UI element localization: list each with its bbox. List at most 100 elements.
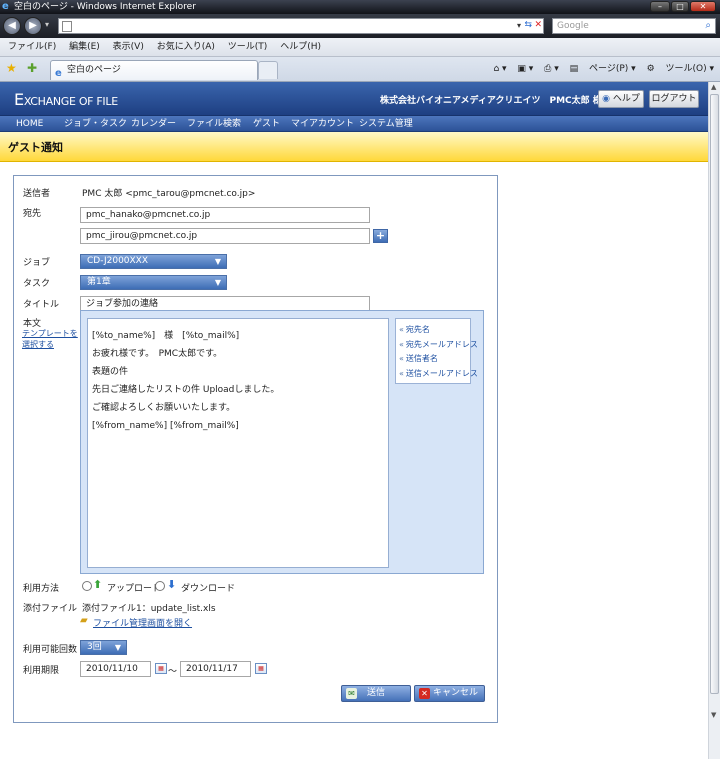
- send-mail-icon: ✉: [346, 688, 357, 699]
- tab-blank-page[interactable]: e 空白のページ: [50, 60, 258, 80]
- minimize-icon[interactable]: –: [650, 1, 670, 12]
- chevron-left-icon: «: [399, 325, 404, 334]
- body-line: [%to_name%] 様 [%to_mail%]: [92, 331, 240, 341]
- attach-label: 添付ファイル: [23, 604, 78, 614]
- ie-logo-icon: e: [2, 1, 9, 12]
- maximize-icon[interactable]: □: [671, 1, 689, 12]
- download-radio[interactable]: [155, 581, 165, 591]
- body-line: ご確認よろしくお願いいたします。: [92, 403, 236, 413]
- period-label: 利用期限: [23, 666, 60, 676]
- tab-bar: ★ ✚ e 空白のページ ⌂ ▾ ▣ ▾ ⎙ ▾ ▤ ページ(P) ▾ ⚙ ツー…: [0, 57, 720, 82]
- nav-job-task[interactable]: ジョブ・タスク: [64, 116, 127, 132]
- to-field-2[interactable]: pmc_jirou@pmcnet.co.jp: [80, 228, 370, 244]
- body-textarea[interactable]: [%to_name%] 様 [%to_mail%] お疲れ様です。 PMC太郎で…: [87, 318, 389, 568]
- window-title: 空白のページ - Windows Internet Explorer: [14, 2, 196, 12]
- menu-help[interactable]: ヘルプ(H): [280, 42, 321, 52]
- sender-value: PMC 太郎 <pmc_tarou@pmcnet.co.jp>: [82, 189, 256, 199]
- insert-from-mail[interactable]: «送信メールアドレス: [396, 367, 478, 382]
- open-file-manager-link[interactable]: ファイル管理画面を開く: [93, 616, 192, 629]
- chevron-down-icon: ▼: [214, 257, 221, 266]
- menu-edit[interactable]: 編集(E): [69, 42, 100, 52]
- history-dropdown-icon[interactable]: ▾: [45, 20, 49, 29]
- chevron-down-icon: ▼: [214, 278, 221, 287]
- nav-calendar[interactable]: カレンダー: [131, 116, 176, 132]
- print-icon[interactable]: ⎙ ▾: [544, 64, 559, 74]
- count-select[interactable]: 3回 ▼: [80, 640, 127, 655]
- nav-guest[interactable]: ゲスト: [253, 116, 280, 132]
- forward-icon[interactable]: ▶: [24, 17, 42, 35]
- close-icon[interactable]: ✕: [690, 1, 716, 12]
- address-dropdown-icon[interactable]: ▾: [517, 21, 521, 30]
- body-line: 表題の件: [92, 367, 129, 377]
- attach-value: 添付ファイル1：update_list.xls: [82, 604, 216, 614]
- scroll-down-icon[interactable]: ▼: [711, 711, 716, 719]
- search-icon[interactable]: ⌕: [705, 19, 711, 33]
- date-from-field[interactable]: 2010/11/10: [80, 661, 151, 677]
- folder-icon: ▰: [80, 615, 88, 626]
- menu-tools[interactable]: ツール(T): [228, 42, 268, 52]
- count-label: 利用可能回数: [23, 645, 78, 655]
- tilde-label: ～: [168, 667, 178, 677]
- vertical-scrollbar[interactable]: ▲ ▼: [708, 82, 720, 759]
- stop-icon[interactable]: ✕: [534, 20, 542, 30]
- to-label: 宛先: [23, 209, 42, 219]
- address-input[interactable]: ▾ ⇆ ✕: [58, 18, 544, 34]
- menu-favorites[interactable]: お気に入り(A): [157, 42, 215, 52]
- feeds-icon[interactable]: ▣ ▾: [517, 64, 533, 74]
- add-recipient-button[interactable]: +: [373, 229, 388, 243]
- page-menu[interactable]: ▤ ページ(P) ▾: [570, 64, 636, 74]
- menu-bar: ファイル(F) 編集(E) 表示(V) お気に入り(A) ツール(T) ヘルプ(…: [0, 38, 720, 57]
- upload-label: アップロード: [107, 584, 162, 594]
- insert-to-mail[interactable]: «宛先メールアドレス: [396, 338, 478, 353]
- search-placeholder: Google: [557, 21, 589, 31]
- body-editor-container: [%to_name%] 様 [%to_mail%] お疲れ様です。 PMC太郎で…: [80, 310, 484, 574]
- nav-system-admin[interactable]: システム管理: [359, 116, 413, 132]
- scroll-thumb[interactable]: [710, 94, 719, 694]
- nav-my-account[interactable]: マイアカウント: [291, 116, 354, 132]
- home-icon[interactable]: ⌂ ▾: [493, 64, 506, 74]
- help-button[interactable]: ◉ ヘルプ: [598, 90, 644, 108]
- download-arrow-icon: ⬇: [167, 578, 177, 591]
- body-line: 先日ご連絡したリストの件 Uploadしました。: [92, 385, 280, 395]
- upload-radio[interactable]: [82, 581, 92, 591]
- guest-notify-form: 送信者 PMC 太郎 <pmc_tarou@pmcnet.co.jp> 宛先 p…: [13, 175, 498, 723]
- job-label: ジョブ: [23, 258, 51, 268]
- download-label: ダウンロード: [181, 584, 236, 594]
- task-select[interactable]: 第1章 ▼: [80, 275, 227, 290]
- usage-label: 利用方法: [23, 584, 60, 594]
- insert-from-name[interactable]: «送信者名: [396, 352, 470, 367]
- send-button[interactable]: ✉ 送信: [341, 685, 411, 702]
- add-favorites-icon[interactable]: ✚: [27, 61, 37, 75]
- date-to-field[interactable]: 2010/11/17: [180, 661, 251, 677]
- page-title-bar: ゲスト通知: [0, 132, 708, 162]
- insert-field-list: «宛先名 «宛先メールアドレス «送信者名 «送信メールアドレス: [395, 318, 478, 384]
- page-title: ゲスト通知: [8, 141, 63, 154]
- chevron-left-icon: «: [399, 354, 404, 363]
- cancel-button[interactable]: ✕ キャンセル: [414, 685, 485, 702]
- company-user-label: 株式会社バイオニアメディアクリエイツ PMC太郎 様: [380, 96, 602, 106]
- window-titlebar: e 空白のページ - Windows Internet Explorer – □…: [0, 0, 720, 14]
- back-icon[interactable]: ◀: [3, 17, 21, 35]
- to-field-1[interactable]: pmc_hanako@pmcnet.co.jp: [80, 207, 370, 223]
- job-select[interactable]: CD-J2000XXX ▼: [80, 254, 227, 269]
- cancel-x-icon: ✕: [419, 688, 430, 699]
- menu-file[interactable]: ファイル(F): [8, 42, 56, 52]
- title-label: タイトル: [23, 300, 60, 310]
- scroll-up-icon[interactable]: ▲: [711, 83, 716, 91]
- calendar-icon[interactable]: ▦: [155, 663, 167, 674]
- favorites-star-icon[interactable]: ★: [6, 61, 17, 75]
- chevron-down-icon: ▼: [114, 643, 121, 652]
- nav-home[interactable]: HOME: [16, 116, 43, 132]
- tools-menu[interactable]: ⚙ ツール(O) ▾: [647, 64, 714, 74]
- new-tab-button[interactable]: [258, 61, 278, 79]
- logout-button[interactable]: ログアウト: [649, 90, 699, 108]
- calendar-icon[interactable]: ▦: [255, 663, 267, 674]
- search-input[interactable]: Google ⌕: [552, 18, 716, 34]
- menu-view[interactable]: 表示(V): [113, 42, 144, 52]
- upload-arrow-icon: ⬆: [93, 578, 103, 591]
- address-toolbar: ◀ ▶ ▾ ▾ ⇆ ✕ Google ⌕: [0, 14, 720, 38]
- template-select-link[interactable]: テンプレートを 選択する: [22, 328, 78, 350]
- insert-to-name[interactable]: «宛先名: [396, 323, 470, 338]
- refresh-icon[interactable]: ⇆: [524, 20, 532, 30]
- nav-file-search[interactable]: ファイル検索: [187, 116, 241, 132]
